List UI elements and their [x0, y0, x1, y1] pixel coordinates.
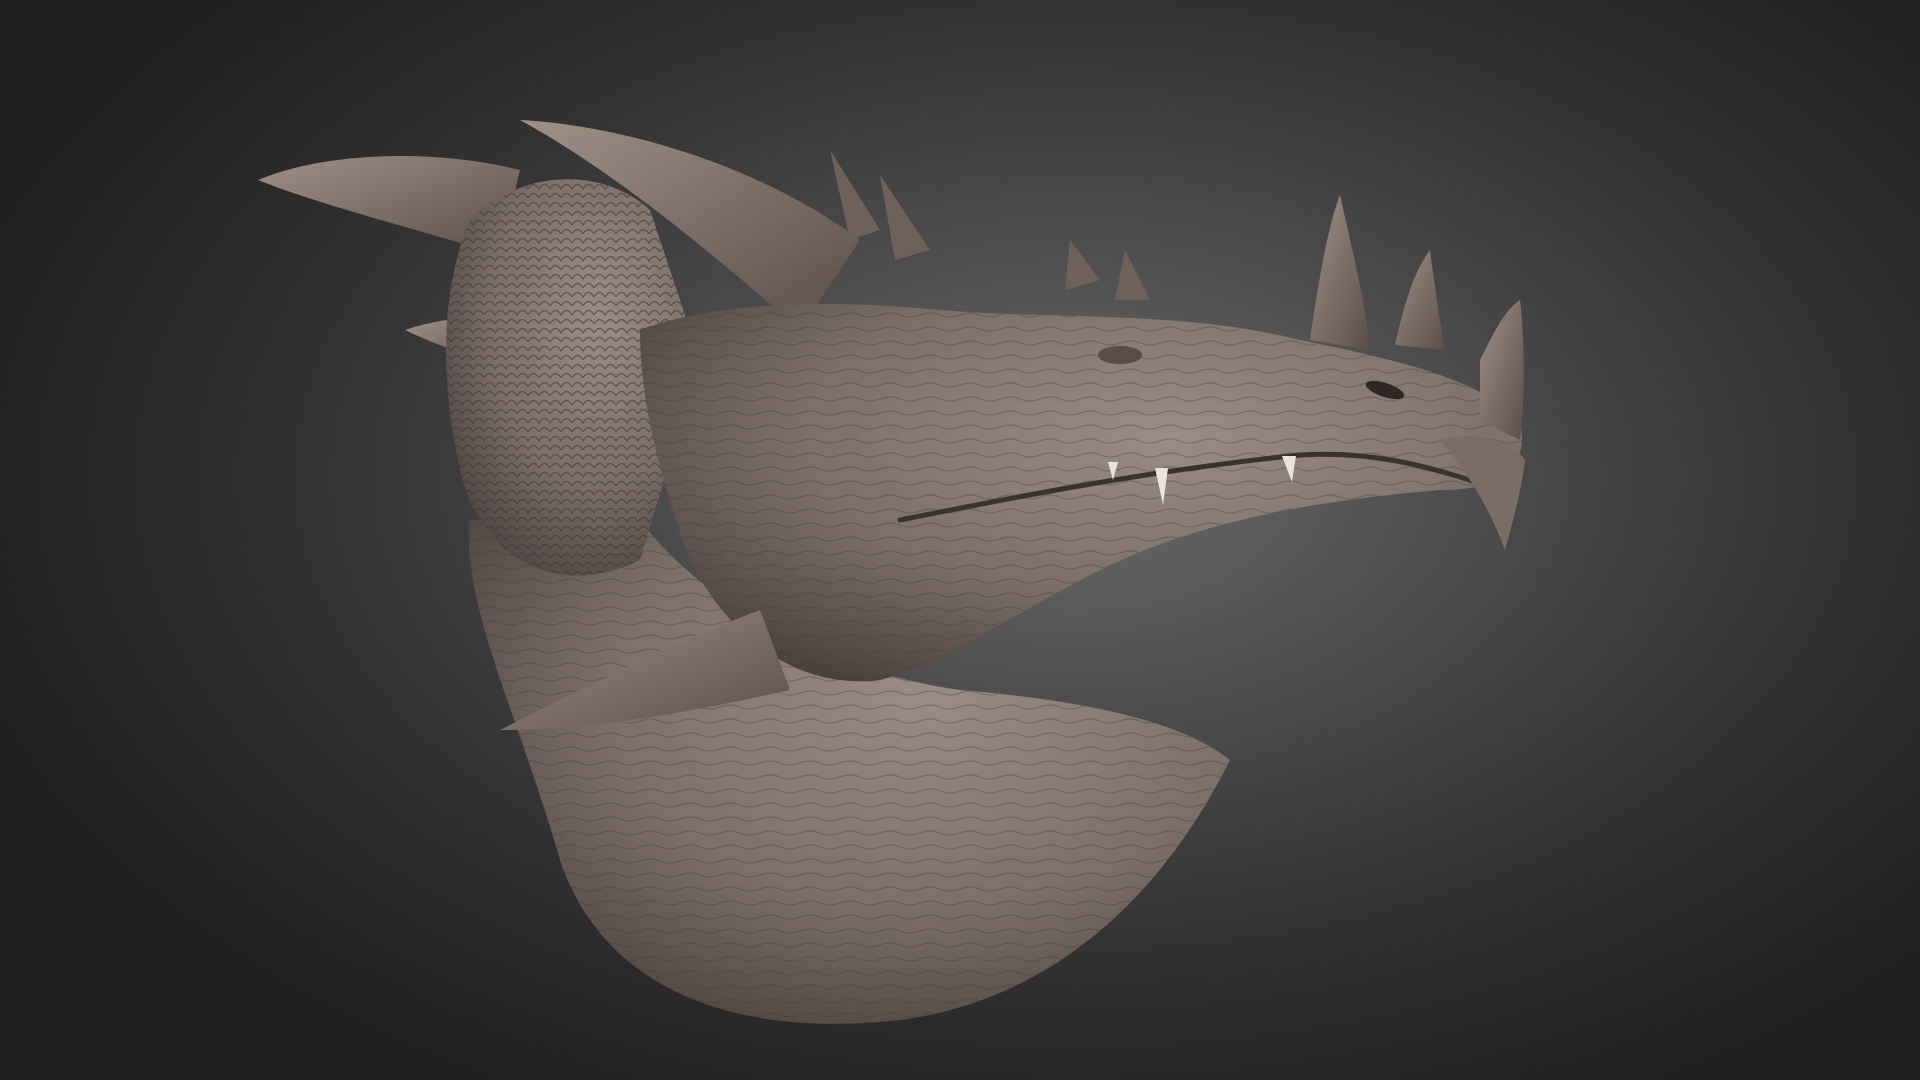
dragon-sculpt-render [258, 120, 1525, 1024]
eye [1098, 346, 1142, 364]
dragon-head [640, 304, 1522, 682]
viewport-canvas[interactable] [0, 0, 1920, 1080]
crest-spikes [830, 150, 1150, 300]
